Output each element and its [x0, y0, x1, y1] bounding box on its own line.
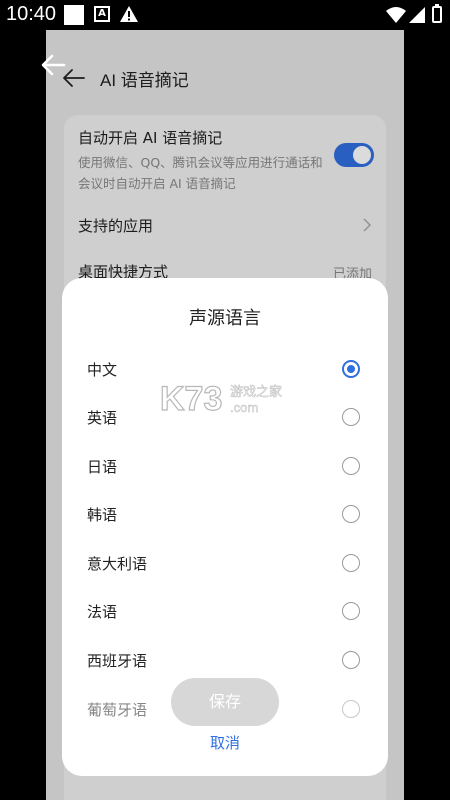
- watermark-brand: K73: [160, 380, 222, 418]
- radio[interactable]: [342, 408, 360, 426]
- option-label: 日语: [87, 458, 118, 476]
- save-button[interactable]: 保存: [171, 678, 279, 726]
- option-label: 意大利语: [87, 555, 148, 573]
- radio[interactable]: [342, 554, 360, 572]
- radio[interactable]: [342, 602, 360, 620]
- radio-selected[interactable]: [342, 360, 360, 378]
- notification-a-icon: A: [94, 6, 110, 22]
- option-label: 法语: [87, 603, 118, 621]
- radio[interactable]: [342, 700, 360, 718]
- warning-icon: [120, 6, 138, 22]
- option-label: 韩语: [87, 506, 118, 524]
- back-arrow-icon[interactable]: [40, 52, 66, 78]
- notification-square-icon: [64, 5, 84, 25]
- radio[interactable]: [342, 457, 360, 475]
- watermark-cn: 游戏之家: [230, 384, 282, 400]
- option-french[interactable]: 法语: [62, 588, 388, 636]
- status-bar: 10:40 A: [0, 0, 450, 30]
- status-time: 10:40: [6, 3, 57, 25]
- option-japanese[interactable]: 日语: [62, 443, 388, 491]
- radio[interactable]: [342, 651, 360, 669]
- wifi-icon: [386, 7, 406, 23]
- cancel-button[interactable]: 取消: [62, 732, 388, 753]
- watermark-url: .com: [230, 400, 258, 415]
- battery-icon: [432, 4, 442, 23]
- signal-icon: [409, 7, 425, 23]
- option-label: 葡萄牙语: [87, 701, 148, 719]
- dialog-title: 声源语言: [189, 308, 261, 329]
- option-korean[interactable]: 韩语: [62, 491, 388, 539]
- option-label: 英语: [87, 409, 118, 427]
- option-label: 西班牙语: [87, 652, 148, 670]
- option-label: 中文: [87, 361, 118, 379]
- language-dialog: 声源语言 中文 英语 日语 韩语 意大利语 法语 西班牙语 葡萄牙语 保存 取消: [62, 278, 388, 776]
- option-italian[interactable]: 意大利语: [62, 540, 388, 588]
- k73-watermark-logo: K73 游戏之家 .com: [160, 379, 282, 418]
- radio[interactable]: [342, 505, 360, 523]
